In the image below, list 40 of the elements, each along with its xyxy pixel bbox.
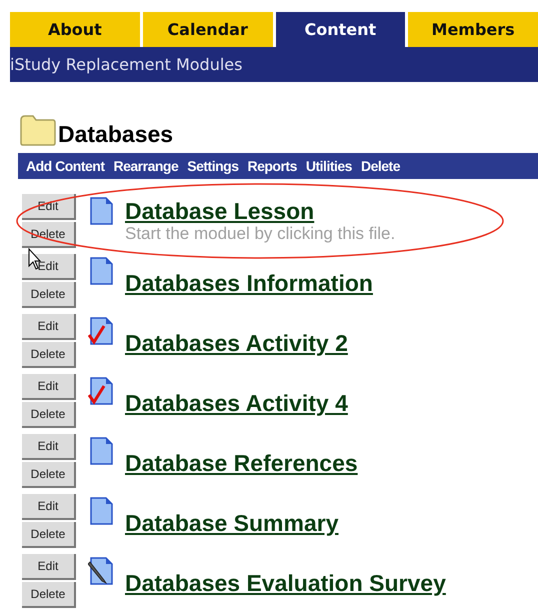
item-title-link[interactable]: Databases Information bbox=[125, 270, 373, 296]
tab[interactable]: Content bbox=[276, 12, 406, 47]
document-icon bbox=[88, 496, 115, 527]
edit-button[interactable]: Edit bbox=[22, 314, 76, 340]
delete-button[interactable]: Delete bbox=[22, 282, 76, 308]
toolbar-link[interactable]: Utilities bbox=[306, 156, 352, 176]
edit-button[interactable]: Edit bbox=[22, 554, 76, 580]
toolbar-link[interactable]: Settings bbox=[187, 156, 238, 176]
delete-button[interactable]: Delete bbox=[22, 522, 76, 548]
item-description: Start the moduel by clicking this file. bbox=[125, 224, 396, 244]
toolbar-link[interactable]: Reports bbox=[247, 156, 297, 176]
toolbar-link[interactable]: Rearrange bbox=[113, 156, 178, 176]
item-title-link[interactable]: Databases Activity 2 bbox=[125, 330, 348, 356]
edit-button[interactable]: Edit bbox=[22, 494, 76, 520]
item-title-link[interactable]: Database Lesson bbox=[125, 198, 396, 224]
checked-document-icon bbox=[88, 316, 115, 347]
delete-button[interactable]: Delete bbox=[22, 462, 76, 488]
edit-button[interactable]: Edit bbox=[22, 434, 76, 460]
pencil-document-icon bbox=[88, 556, 115, 587]
item-title-link[interactable]: Databases Activity 4 bbox=[125, 390, 348, 416]
breadcrumb: iStudy Replacement Modules bbox=[10, 56, 242, 72]
item-title-link[interactable]: Databases Evaluation Survey bbox=[125, 570, 446, 596]
tab[interactable]: Calendar bbox=[142, 12, 272, 47]
document-icon bbox=[88, 196, 115, 227]
edit-button[interactable]: Edit bbox=[22, 254, 76, 280]
folder-icon bbox=[20, 114, 56, 146]
folder-title: Databases bbox=[58, 123, 174, 146]
delete-button[interactable]: Delete bbox=[22, 342, 76, 368]
item-title-link[interactable]: Database Summary bbox=[125, 510, 338, 536]
delete-button[interactable]: Delete bbox=[22, 402, 76, 428]
toolbar-link[interactable]: Delete bbox=[360, 156, 400, 176]
edit-button[interactable]: Edit bbox=[22, 374, 76, 400]
document-icon bbox=[88, 436, 115, 467]
tab[interactable]: Members bbox=[408, 12, 538, 47]
item-title-link[interactable]: Database References bbox=[125, 450, 358, 476]
document-icon bbox=[88, 256, 115, 287]
checked-document-icon bbox=[88, 376, 115, 407]
toolbar-link[interactable]: Add Content bbox=[26, 156, 104, 176]
delete-button[interactable]: Delete bbox=[22, 582, 76, 608]
tab[interactable]: About bbox=[10, 12, 140, 47]
